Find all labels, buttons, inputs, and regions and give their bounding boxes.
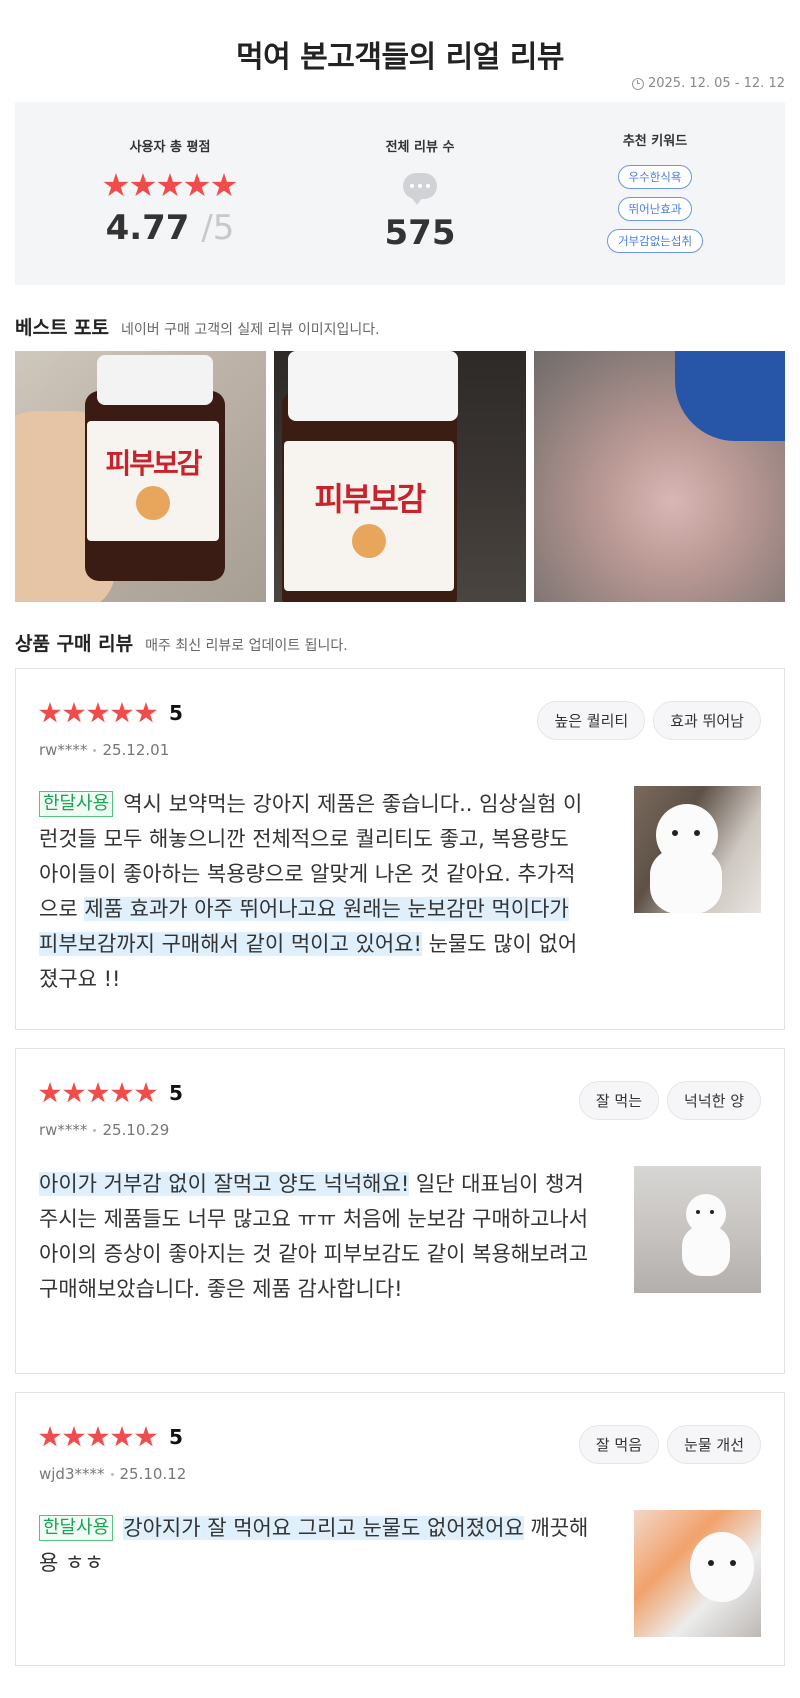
star-icon [135,702,157,723]
star-icon [39,702,61,723]
review-count: 575 [384,213,456,253]
review-text: 아이가 거부감 없이 잘먹고 양도 넉넉해요! 일단 대표님이 챙겨주시는 제품… [39,1172,589,1301]
rating-score: 4.77 [105,208,190,248]
keywords-column: 추천 키워드 우수한식욕 뛰어난효과 거부감없는섭취 [575,102,735,285]
date-range: 2025. 12. 05 - 12. 12 [631,76,785,91]
usage-badge: 한달사용 [39,1515,114,1541]
review-thumbnail[interactable] [634,786,761,913]
keyword-chip[interactable]: 우수한식욕 [617,165,693,189]
star-icon [87,1082,109,1103]
review-user: wjd3**** [39,1465,105,1483]
review-thumbnail[interactable] [634,1510,761,1637]
review-tag: 높은 퀄리티 [537,701,646,740]
clock-icon [631,77,644,90]
review-score: 5 [169,1081,183,1105]
best-photo-2[interactable]: 피부보감 [274,351,526,602]
best-photo-title: 베스트 포토 [15,317,110,339]
review-tags: 잘 먹음 눈물 개선 [578,1425,761,1464]
star-icon [63,1426,85,1447]
review-highlight: 아이가 거부감 없이 잘먹고 양도 넉넉해요! [39,1172,410,1196]
keyword-chip[interactable]: 뛰어난효과 [617,197,693,221]
review-card: 5 rw**** 25.10.29 잘 먹는 넉넉한 양 아이가 거부감 없이 … [15,1048,785,1374]
star-icon [157,173,183,197]
count-column: 전체 리뷰 수 575 [320,102,520,285]
review-score: 5 [169,701,183,725]
star-icon [103,173,129,197]
reviews-header: 상품 구매 리뷰 매주 최신 리뷰로 업데이트 됩니다. [15,629,348,656]
rating-value: 4.77 /5 [75,208,265,248]
best-photo-row: 피부보감 피부보감 [15,351,785,602]
product-label-text: 피부보감 [105,447,202,480]
best-photo-header: 베스트 포토 네이버 구매 고객의 실제 리뷰 이미지입니다. [15,313,380,340]
review-date: 25.10.12 [119,1465,187,1483]
star-icon [211,173,237,197]
star-icon [111,1082,133,1103]
star-icon [135,1082,157,1103]
count-label: 전체 리뷰 수 [385,140,455,155]
review-user: rw**** [39,1121,88,1139]
review-tag: 잘 먹음 [578,1425,660,1464]
review-stars: 5 [39,701,183,725]
star-icon [87,702,109,723]
review-date: 25.10.29 [102,1121,170,1139]
best-photo-subtitle: 네이버 구매 고객의 실제 리뷰 이미지입니다. [121,322,380,338]
rating-max: 5 [212,208,235,248]
page-title: 먹여 본고객들의 리얼 리뷰 [236,40,564,75]
summary-panel: 사용자 총 평점 4.77 /5 전체 리뷰 수 575 추천 키워드 우수한식… [15,102,785,285]
review-thumbnail[interactable] [634,1166,761,1293]
review-card: 5 wjd3**** 25.10.12 잘 먹음 눈물 개선 한달사용 강아지가 … [15,1392,785,1666]
rating-separator: / [201,208,213,248]
star-icon [111,1426,133,1447]
review-stars: 5 [39,1081,183,1105]
review-tag: 잘 먹는 [578,1081,660,1120]
rating-column: 사용자 총 평점 4.77 /5 [75,102,265,285]
review-tag: 눈물 개선 [667,1425,761,1464]
star-icon [111,702,133,723]
keywords-label: 추천 키워드 [622,134,688,149]
usage-badge: 한달사용 [39,791,114,817]
review-meta: rw**** 25.10.29 [39,1121,169,1139]
review-card: 5 rw**** 25.12.01 높은 퀄리티 효과 뛰어남 한달사용 역시 보… [15,668,785,1030]
rating-stars [75,173,265,198]
keyword-chip[interactable]: 거부감없는섭취 [606,229,704,253]
rating-label: 사용자 총 평점 [129,140,211,155]
star-icon [63,702,85,723]
best-photo-1[interactable]: 피부보감 [15,351,267,602]
review-date: 25.12.01 [102,741,170,759]
chat-bubble-icon [403,173,437,205]
review-score: 5 [169,1425,183,1449]
review-text: 한달사용 역시 보약먹는 강아지 제품은 좋습니다.. 임상실험 이런것들 모두 … [39,791,583,991]
star-icon [135,1426,157,1447]
review-highlight: 강아지가 잘 먹어요 그리고 눈물도 없어졌어요 [123,1516,524,1540]
star-icon [39,1426,61,1447]
review-text: 한달사용 강아지가 잘 먹어요 그리고 눈물도 없어졌어요 깨끗해용 ㅎㅎ [39,1515,589,1575]
keyword-list: 우수한식욕 뛰어난효과 거부감없는섭취 [575,165,735,253]
star-icon [184,173,210,197]
reviews-subtitle: 매주 최신 리뷰로 업데이트 됩니다. [145,638,348,654]
review-tag: 효과 뛰어남 [653,701,761,740]
review-stars: 5 [39,1425,183,1449]
review-tags: 높은 퀄리티 효과 뛰어남 [537,701,761,740]
review-meta: wjd3**** 25.10.12 [39,1465,186,1483]
date-range-text: 2025. 12. 05 - 12. 12 [647,76,785,91]
star-icon [39,1082,61,1103]
review-tag: 넉넉한 양 [667,1081,761,1120]
product-label-text: 피부보감 [314,480,426,518]
review-user: rw**** [39,741,88,759]
star-icon [87,1426,109,1447]
review-meta: rw**** 25.12.01 [39,741,169,759]
best-photo-3[interactable] [533,351,785,602]
star-icon [63,1082,85,1103]
star-icon [130,173,156,197]
review-tags: 잘 먹는 넉넉한 양 [578,1081,761,1120]
reviews-title: 상품 구매 리뷰 [15,633,134,655]
